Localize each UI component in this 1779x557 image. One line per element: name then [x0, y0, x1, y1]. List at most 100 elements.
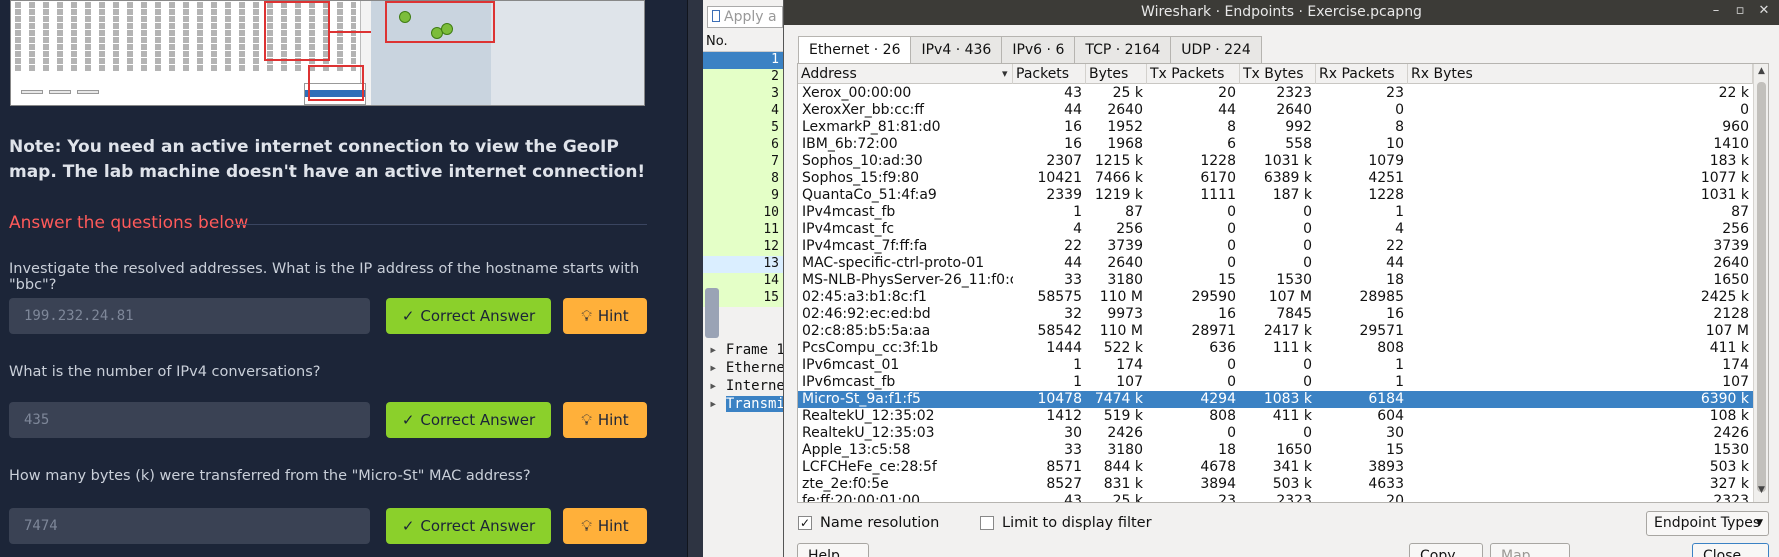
question-2-answer-field[interactable]: 435: [9, 402, 370, 438]
question-1-hint-button[interactable]: 💡︎ Hint: [563, 298, 647, 334]
cell-bytes: 107: [1116, 374, 1143, 390]
table-row[interactable]: IPv6mcast_fb 1 107 0 0 1 107: [798, 374, 1753, 391]
packet-row[interactable]: 2: [703, 69, 783, 86]
column-header-tx-bytes[interactable]: Tx Bytes: [1240, 64, 1316, 84]
maximize-icon[interactable]: ▫: [1729, 0, 1751, 25]
packet-row[interactable]: 9: [703, 188, 783, 205]
tab-ethernet[interactable]: Ethernet · 26: [798, 36, 912, 64]
table-row[interactable]: IPv4mcast_7f:ff:fa 22 3739 0 0 22 3739: [798, 238, 1753, 255]
table-row[interactable]: LexmarkP_81:81:d0 16 1952 8 992 8 960: [798, 119, 1753, 136]
tab-ipv6[interactable]: IPv6 · 6: [1001, 36, 1076, 63]
table-row[interactable]: RealtekU_12:35:03 30 2426 0 0 30 2426: [798, 425, 1753, 442]
minimize-icon[interactable]: –: [1705, 0, 1727, 25]
tab-udp[interactable]: UDP · 224: [1170, 36, 1262, 63]
map-button[interactable]: Map: [1490, 543, 1570, 557]
table-row[interactable]: IBM_6b:72:00 16 1968 6 558 10 1410: [798, 136, 1753, 153]
name-resolution-checkbox[interactable]: ✓ Name resolution: [798, 515, 939, 531]
packet-row[interactable]: 13: [703, 256, 783, 273]
table-row[interactable]: 02:46:92:ec:ed:bd 32 9973 16 7845 16 2128: [798, 306, 1753, 323]
scroll-up-icon[interactable]: ▲: [1754, 66, 1768, 81]
cell-tx-packets: 0: [1227, 374, 1236, 390]
question-3-correct-answer-button[interactable]: ✓ Correct Answer: [386, 508, 551, 544]
vertical-scrollbar[interactable]: ▲ ▼: [1753, 64, 1768, 502]
endpoint-types-button[interactable]: Endpoint Types ▼: [1646, 511, 1769, 536]
table-row[interactable]: fe:ff:20:00:01:00 43 25 k 23 2323 20 2323: [798, 493, 1753, 503]
table-row[interactable]: Sophos_15:f9:80 10421 7466 k 6170 6389 k 4251…: [798, 170, 1753, 187]
help-button[interactable]: Help: [797, 543, 869, 557]
table-row[interactable]: MAC-specific-ctrl-proto-01 44 2640 0 0 44 2640: [798, 255, 1753, 272]
column-header-bytes[interactable]: Bytes: [1086, 64, 1147, 84]
packet-row[interactable]: 7: [703, 154, 783, 171]
table-row[interactable]: Micro-St_9a:f1:f5 10478 7474 k 4294 1083 k 61…: [798, 391, 1753, 408]
cell-tx-packets: 0: [1227, 238, 1236, 254]
table-row[interactable]: RealtekU_12:35:02 1412 519 k 808 411 k 604 108…: [798, 408, 1753, 425]
table-row[interactable]: 02:45:a3:b1:8c:f1 58575 110 M 29590 107 M 289…: [798, 289, 1753, 306]
cell-rx-packets: 1: [1395, 374, 1404, 390]
cell-rx-packets: 28985: [1359, 289, 1404, 305]
table-row[interactable]: IPv6mcast_01 1 174 0 0 1 174: [798, 357, 1753, 374]
table-row[interactable]: MS-NLB-PhysServer-26_11:f0:c8:3b 33 3180 15…: [798, 272, 1753, 289]
packet-row[interactable]: 1: [703, 52, 783, 69]
expand-arrow-icon[interactable]: ▸: [709, 396, 726, 412]
table-row[interactable]: Xerox_00:00:00 43 25 k 20 2323 23 22 k: [798, 85, 1753, 102]
packet-row[interactable]: 12: [703, 239, 783, 256]
question-3-answer-field[interactable]: 7474: [9, 508, 370, 544]
dialog-titlebar[interactable]: Wireshark · Endpoints · Exercise.pcapng …: [784, 0, 1779, 25]
column-header-tx-packets[interactable]: Tx Packets: [1147, 64, 1240, 84]
question-1-answer-field[interactable]: 199.232.24.81: [9, 298, 370, 334]
table-row[interactable]: QuantaCo_51:4f:a9 2339 1219 k 1111 187 k 1228…: [798, 187, 1753, 204]
table-row[interactable]: XeroxXer_bb:cc:ff 44 2640 44 2640 0 0: [798, 102, 1753, 119]
correct-answer-label: Correct Answer: [420, 517, 536, 535]
check-icon: ✓: [401, 307, 415, 325]
packet-row[interactable]: 10: [703, 205, 783, 222]
tab-ipv4[interactable]: IPv4 · 436: [910, 36, 1003, 63]
table-row[interactable]: PcsCompu_cc:3f:1b 1444 522 k 636 111 k 808 411…: [798, 340, 1753, 357]
packet-detail-row[interactable]: ▸ Interne: [703, 378, 783, 396]
packet-list-no-column-header[interactable]: No.: [703, 34, 783, 52]
column-header-rx-packets[interactable]: Rx Packets: [1316, 64, 1408, 84]
table-row[interactable]: LCFCHeFe_ce:28:5f 8571 844 k 4678 341 k 3893 5…: [798, 459, 1753, 476]
split-divider[interactable]: [687, 0, 703, 557]
expand-arrow-icon[interactable]: ▸: [709, 360, 726, 376]
copy-button[interactable]: Copy: [1409, 543, 1483, 557]
question-2-hint-button[interactable]: 💡︎ Hint: [563, 402, 647, 438]
column-header-address[interactable]: Address: [798, 64, 1013, 84]
packet-row[interactable]: 4: [703, 103, 783, 120]
table-row[interactable]: Apple_13:c5:58 33 3180 18 1650 15 1530: [798, 442, 1753, 459]
cell-rx-bytes: 2640: [1713, 255, 1749, 271]
table-row[interactable]: Sophos_10:ad:30 2307 1215 k 1228 1031 k 1079 1…: [798, 153, 1753, 170]
table-row[interactable]: zte_2e:f0:5e 8527 831 k 3894 503 k 4633 327 k: [798, 476, 1753, 493]
packet-detail-row[interactable]: ▸ Etherne: [703, 360, 783, 378]
table-row[interactable]: 02:c8:85:b5:5a:aa 58542 110 M 28971 2417 k 29…: [798, 323, 1753, 340]
scroll-down-icon[interactable]: ▼: [1754, 485, 1768, 500]
cell-tx-bytes: 6389 k: [1263, 170, 1312, 186]
packet-row[interactable]: 5: [703, 120, 783, 137]
table-row[interactable]: IPv4mcast_fb 1 87 0 0 1 87: [798, 204, 1753, 221]
sidebar-expand-handle[interactable]: [705, 288, 719, 338]
question-2-correct-answer-button[interactable]: ✓ Correct Answer: [386, 402, 551, 438]
cell-tx-packets: 15: [1218, 272, 1236, 288]
cell-packets: 43: [1064, 493, 1082, 503]
packet-row[interactable]: 11: [703, 222, 783, 239]
close-button[interactable]: Close: [1692, 543, 1769, 557]
close-window-icon[interactable]: ✕: [1753, 0, 1775, 25]
limit-display-filter-checkbox[interactable]: Limit to display filter: [980, 515, 1152, 531]
expand-arrow-icon[interactable]: ▸: [709, 378, 726, 394]
packet-row[interactable]: 6: [703, 137, 783, 154]
packet-row[interactable]: 3: [703, 86, 783, 103]
question-3-hint-button[interactable]: 💡︎ Hint: [563, 508, 647, 544]
column-header-packets[interactable]: Packets: [1013, 64, 1086, 84]
packet-row[interactable]: 8: [703, 171, 783, 188]
packet-detail-row[interactable]: ▸ Frame 1: [703, 342, 783, 360]
scrollbar-thumb[interactable]: [1757, 82, 1766, 492]
cell-rx-bytes: 1410: [1713, 136, 1749, 152]
question-1-correct-answer-button[interactable]: ✓ Correct Answer: [386, 298, 551, 334]
packet-detail-row[interactable]: ▸ Transmi: [703, 396, 783, 414]
expand-arrow-icon[interactable]: ▸: [709, 342, 726, 358]
column-header-rx-bytes[interactable]: Rx Bytes: [1408, 64, 1753, 84]
tab-tcp[interactable]: TCP · 2164: [1074, 36, 1172, 63]
table-row[interactable]: IPv4mcast_fc 4 256 0 0 4 256: [798, 221, 1753, 238]
bookmark-icon[interactable]: [712, 10, 720, 22]
display-filter-input[interactable]: Apply a: [707, 6, 783, 28]
cell-tx-packets: 23: [1218, 493, 1236, 503]
